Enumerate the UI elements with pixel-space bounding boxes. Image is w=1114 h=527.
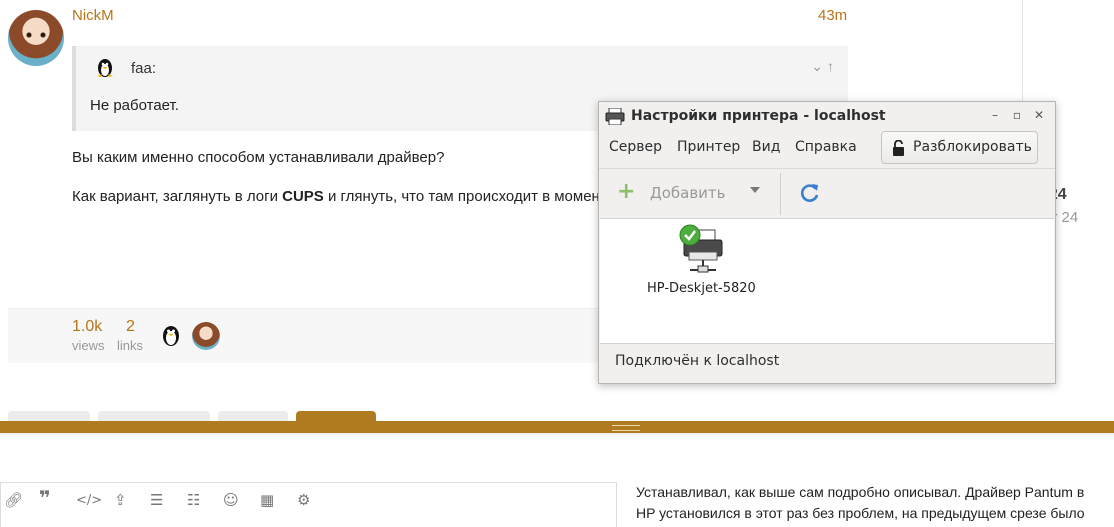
participant-avatar-nickm[interactable]	[192, 322, 220, 350]
status-bar-text: Подключён к localhost	[615, 353, 780, 369]
unlock-label: Разблокировать	[913, 139, 1032, 155]
menu-server[interactable]: Сервер	[609, 139, 662, 155]
quote-icon[interactable]: ❞	[39, 486, 51, 510]
footer-tab-2[interactable]	[98, 411, 210, 421]
preview-line-2: HP установился в этот раз без проблем, н…	[636, 505, 1085, 521]
window-title: Настройки принтера - localhost	[631, 108, 886, 124]
refresh-icon[interactable]	[799, 182, 821, 204]
composer-toolbar: 🔗︎ ❞ </> ⇪ ☰ ☷ ☺ ▦ ⚙	[0, 482, 617, 527]
link-icon[interactable]: 🔗︎	[4, 491, 23, 509]
calendar-icon[interactable]: ▦	[260, 491, 274, 509]
printer-app-icon	[605, 108, 625, 125]
views-count: 1.0k	[72, 318, 103, 335]
composer-top	[0, 433, 1114, 439]
menu-view[interactable]: Вид	[752, 139, 780, 155]
close-icon[interactable]: ✕	[1032, 108, 1046, 122]
footer-tab-3[interactable]	[218, 411, 288, 421]
dialog-toolbar: + Добавить	[599, 168, 1055, 219]
toolbar-separator	[780, 173, 781, 215]
menu-printer[interactable]: Принтер	[677, 139, 740, 155]
gear-icon[interactable]: ⚙	[297, 491, 310, 509]
minimize-icon[interactable]: –	[988, 108, 1002, 122]
printers-list: HP-Deskjet-5820	[600, 218, 1054, 344]
quote-author: faa:	[131, 60, 157, 77]
upload-icon[interactable]: ⇪	[114, 491, 127, 509]
printer-settings-window: Настройки принтера - localhost – ▫ ✕ Сер…	[598, 101, 1056, 384]
printer-icon	[679, 224, 723, 273]
participant-avatar-penguin[interactable]	[158, 322, 184, 348]
links-count[interactable]: 2	[126, 318, 135, 336]
post-paragraph-2: Как вариант, заглянуть в логи CUPS и гля…	[72, 188, 607, 205]
user-avatar[interactable]	[8, 10, 64, 66]
printer-item[interactable]: HP-Deskjet-5820	[640, 224, 764, 304]
maximize-icon[interactable]: ▫	[1010, 108, 1024, 122]
numbered-list-icon[interactable]: ☷	[187, 491, 200, 509]
composer-preview: Устанавливал, как выше сам подробно опис…	[636, 482, 1114, 524]
views-label: views	[72, 338, 105, 353]
footer-tab-1[interactable]	[8, 411, 90, 421]
preview-line-1: Устанавливал, как выше сам подробно опис…	[636, 484, 1085, 500]
add-dropdown-arrow-icon[interactable]	[750, 187, 760, 193]
resize-grip-icon[interactable]	[612, 425, 640, 431]
arrow-up-icon[interactable]: ↑	[827, 58, 838, 74]
links-label[interactable]: links	[117, 338, 143, 353]
post-paragraph-1: Вы каким именно способом устанавливали д…	[72, 149, 445, 166]
post-time[interactable]: 43m	[818, 7, 847, 24]
chevron-down-icon[interactable]: ⌄	[811, 58, 827, 74]
emoji-icon[interactable]: ☺	[223, 491, 239, 509]
menu-help[interactable]: Справка	[795, 139, 857, 155]
quote-expand-controls[interactable]: ⌄↑	[811, 58, 838, 75]
penguin-avatar-icon	[97, 59, 113, 77]
bullet-list-icon[interactable]: ☰	[150, 491, 163, 509]
quote-text: Не работает.	[90, 97, 179, 114]
post-username[interactable]: NickM	[72, 7, 114, 24]
plus-icon[interactable]: +	[617, 181, 635, 203]
unlock-button[interactable]: Разблокировать	[881, 131, 1038, 164]
add-button[interactable]: Добавить	[650, 184, 726, 202]
printer-name: HP-Deskjet-5820	[647, 281, 756, 296]
footer-tab-reply[interactable]	[296, 411, 376, 421]
code-icon[interactable]: </>	[76, 493, 102, 508]
window-titlebar[interactable]: Настройки принтера - localhost – ▫ ✕	[599, 102, 1055, 130]
padlock-icon	[893, 140, 904, 156]
composer-resize-bar[interactable]	[0, 421, 1114, 433]
